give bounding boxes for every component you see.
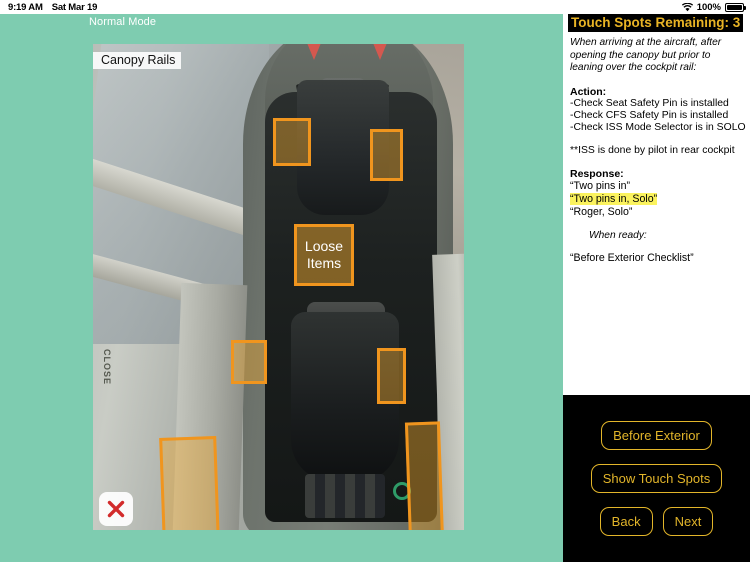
button-panel: Before Exterior Show Touch Spots Back Ne… [563,395,750,562]
response-item: “Two pins in” [570,179,631,192]
loose-items-label-line1: Loose [304,238,344,254]
close-photo-button[interactable] [99,492,133,526]
final-callout-text: “Before Exterior Checklist” [570,251,694,264]
action-item: -Check CFS Safety Pin is installed [570,110,729,122]
touch-spot-highlight[interactable] [404,421,445,530]
iss-note: **ISS is done by pilot in rear cockpit [570,144,735,156]
response-highlight: “Two pins in, Solo” [570,192,658,205]
intro-text: When arriving at the aircraft, after ope… [570,37,722,74]
action-section-title: Action: [570,85,607,98]
mode-label: Normal Mode [89,16,157,28]
when-ready-text: When ready: [589,229,647,241]
loose-items-label-line2: Items [306,255,342,271]
photo-viewer[interactable]: CLOSE Loose Items Canopy Rails [93,44,464,530]
touch-spot-highlight[interactable] [273,118,311,166]
main-stage: Normal Mode CLOSE Loose Items Canopy Rai… [0,14,563,562]
action-item: -Check ISS Mode Selector is in SOLO [570,122,746,134]
wifi-icon [681,2,693,12]
show-touch-spots-button[interactable]: Show Touch Spots [590,464,723,493]
touch-spot-highlight[interactable] [370,129,403,181]
touch-spots-remaining-header: Touch Spots Remaining: 3 [568,14,744,32]
photo-title: Canopy Rails [93,52,182,69]
action-item: -Check Seat Safety Pin is installed [570,97,729,109]
status-date: Sat Mar 19 [51,1,98,13]
loose-items-callout[interactable]: Loose Items [294,224,354,286]
response-item-highlighted: “Two pins in, Solo” [570,192,746,206]
battery-full-icon [725,2,746,12]
battery-percent: 100% [696,1,721,13]
before-exterior-button[interactable]: Before Exterior [601,421,712,450]
ios-status-bar: 9:19 AM Sat Mar 19 100% [0,0,750,14]
rail-close-marking: CLOSE [102,348,113,386]
info-panel: Touch Spots Remaining: 3 When arriving a… [563,14,750,395]
status-time: 9:19 AM [8,1,43,13]
close-x-icon [106,499,126,519]
response-item: “Roger, Solo” [570,205,633,218]
back-button[interactable]: Back [599,507,653,536]
status-right-group: 100% [681,1,746,13]
nav-button-row: Back Next [599,507,714,536]
response-section-title: Response: [570,167,624,180]
touch-spot-highlight[interactable] [159,436,220,530]
touch-spot-highlight[interactable] [231,340,267,384]
app-root: 9:19 AM Sat Mar 19 100% Normal Mode CLOS… [0,0,750,562]
touch-spot-highlight[interactable] [377,348,406,404]
next-button[interactable]: Next [662,507,714,536]
